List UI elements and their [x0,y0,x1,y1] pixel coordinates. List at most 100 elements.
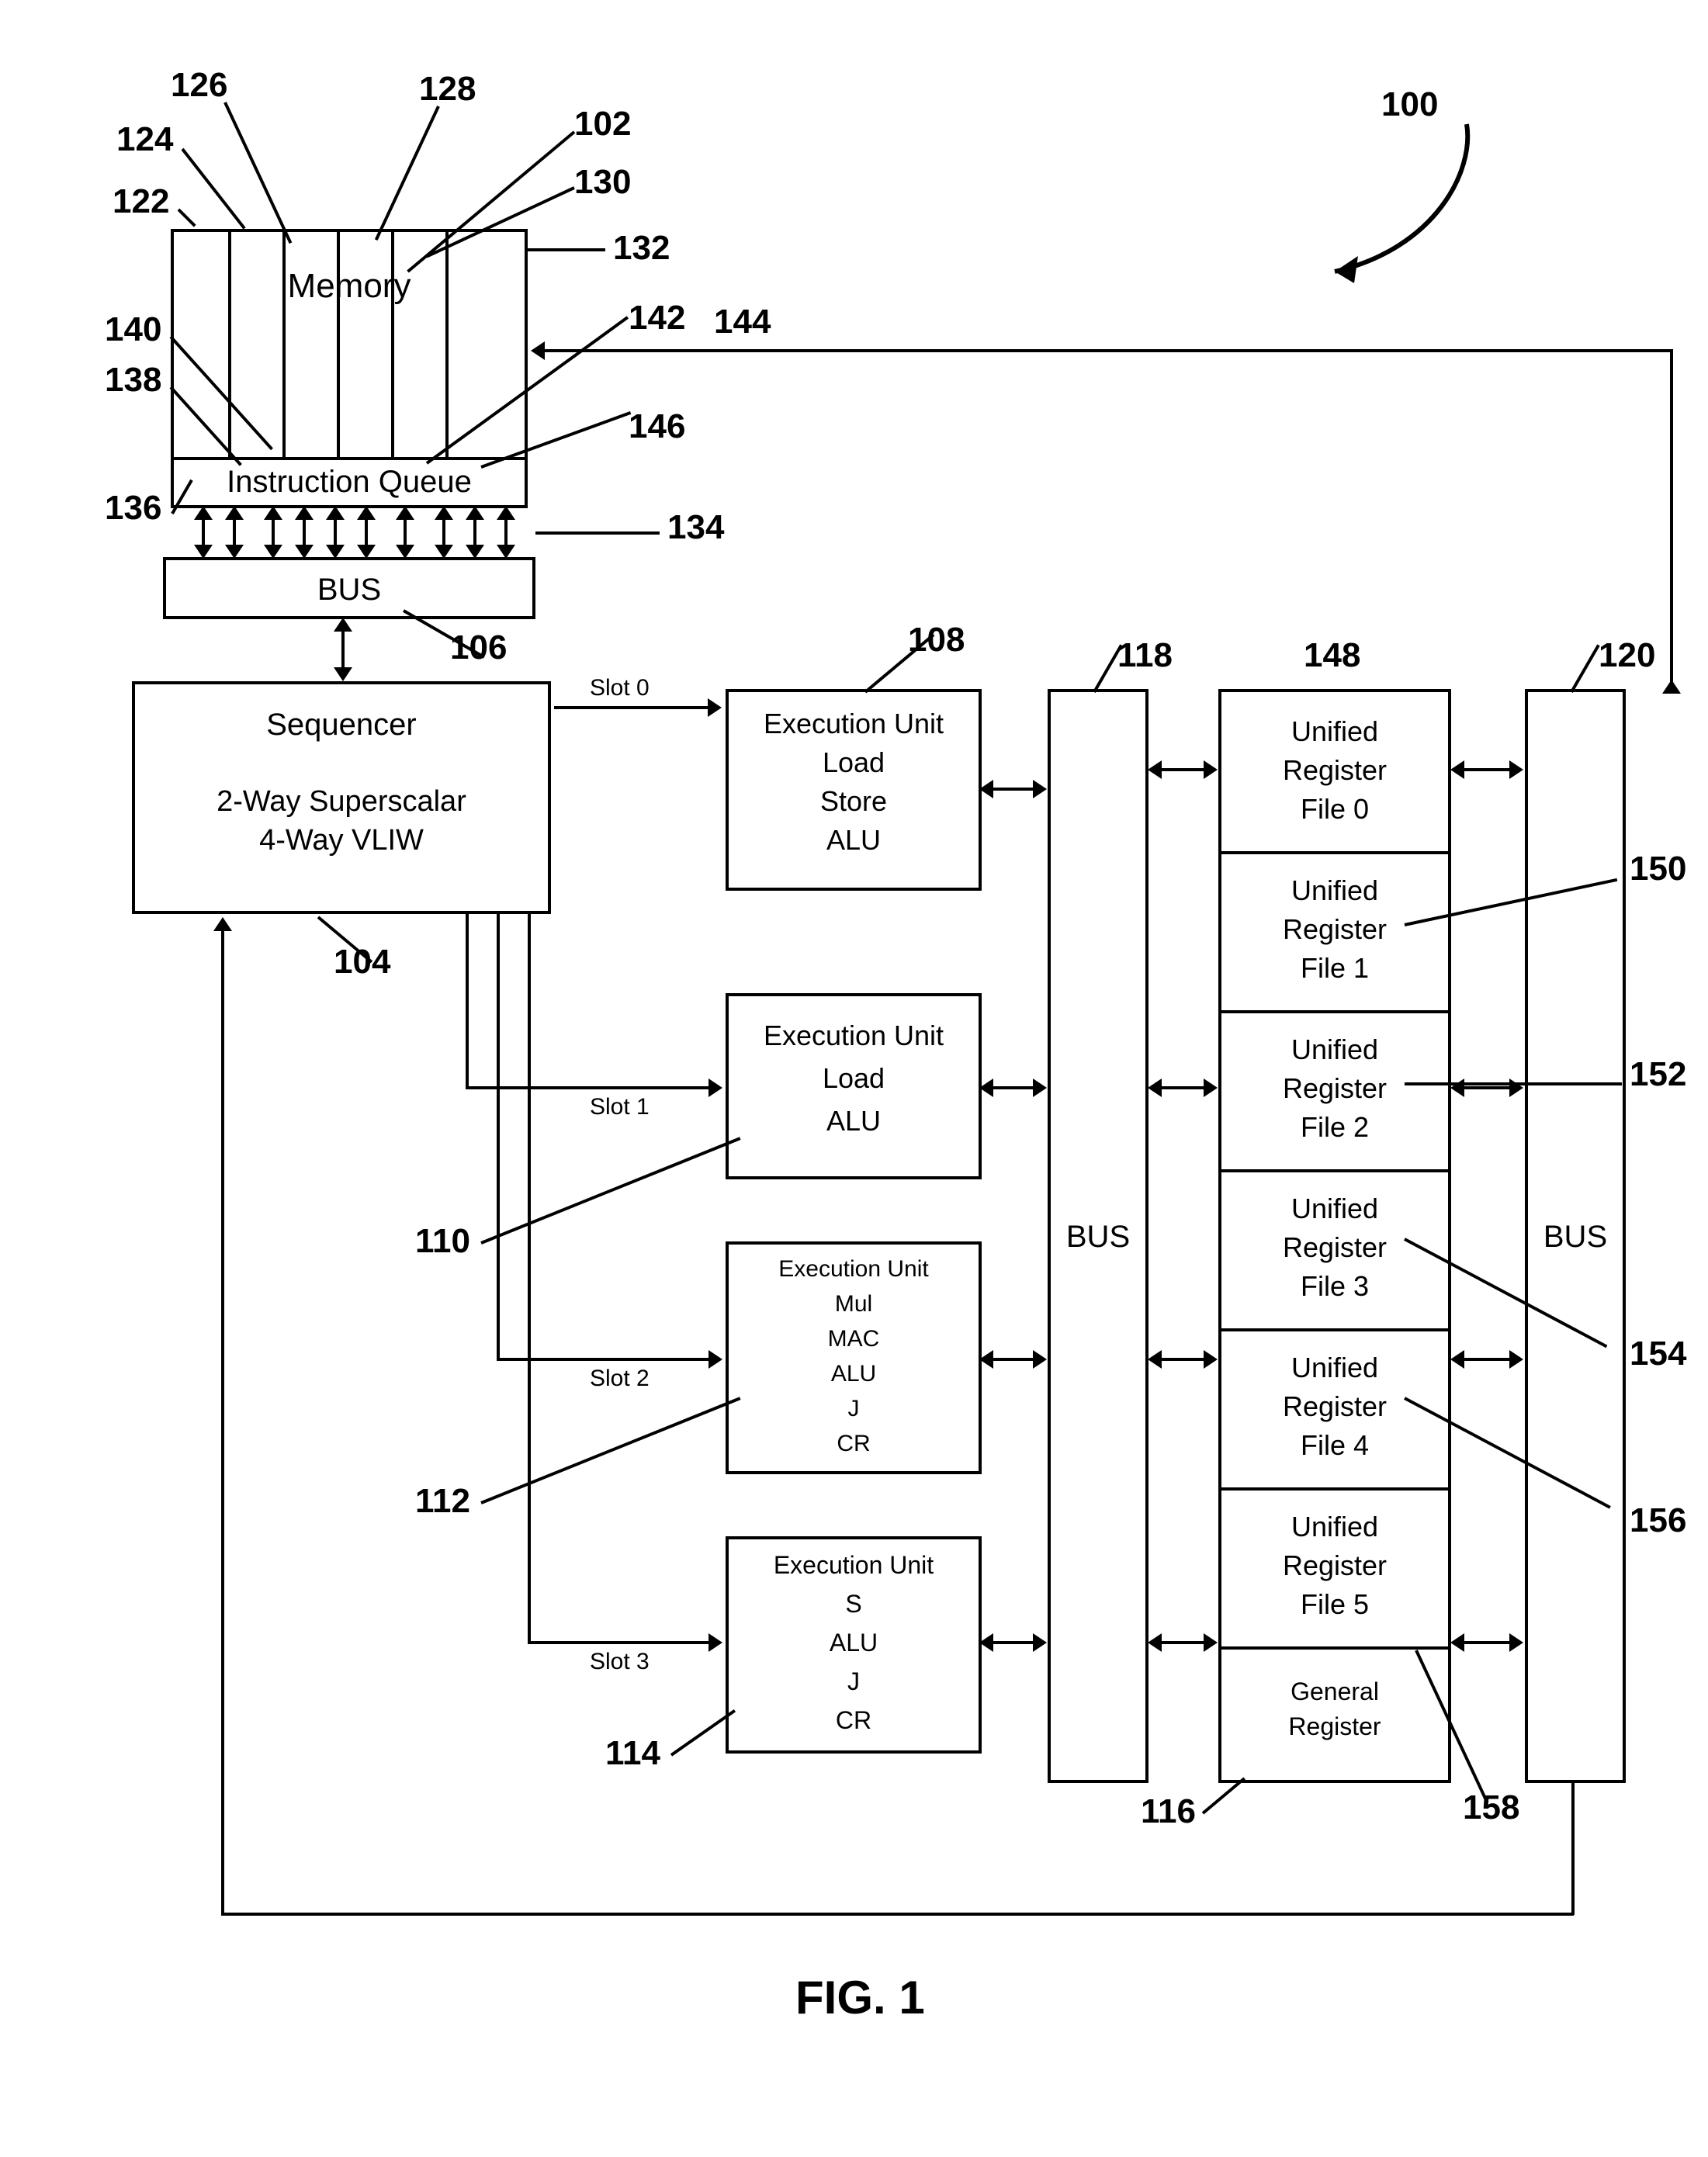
reg4-c: File 4 [1221,1429,1448,1462]
reg5-a: Unified [1221,1511,1448,1543]
label-128: 128 [419,70,476,109]
label-130: 130 [574,163,631,202]
mem-bus-arrow [334,518,337,546]
slot1-label: Slot 1 [590,1094,650,1120]
eu1-bus-arrow [992,1086,1034,1089]
reg-bus-arrow [1463,768,1511,771]
label-142: 142 [629,299,685,338]
reg-bus-arrow [1463,1086,1511,1089]
memory-title: Memory [174,267,525,306]
bus-middle-label: BUS [1051,1220,1145,1255]
eu3-b: ALU [729,1629,979,1657]
reg0-a: Unified [1221,715,1448,748]
reg0-b: Register [1221,754,1448,787]
label-116: 116 [1141,1792,1196,1831]
label-152: 152 [1630,1055,1686,1094]
bus-reg-arrow [1160,1358,1205,1361]
reg5-c: File 5 [1221,1588,1448,1621]
eu3-bus-arrow [992,1641,1034,1644]
reg2-a: Unified [1221,1033,1448,1066]
label-104: 104 [334,943,390,982]
eu0-c: ALU [729,824,979,857]
mem-bus-arrow [404,518,407,546]
reg1-a: Unified [1221,874,1448,907]
eu1-title: Execution Unit [729,1020,979,1052]
bus-reg-arrow [1160,1641,1205,1644]
label-114: 114 [605,1734,660,1773]
reg1-c: File 1 [1221,952,1448,985]
execution-unit-2: Execution Unit Mul MAC ALU J CR [726,1241,982,1474]
mem-to-right-bus-v [1670,349,1673,691]
reg3-c: File 3 [1221,1270,1448,1303]
mem-bus-arrow [202,518,205,546]
mem-bus-arrow [272,518,275,546]
slot0-label: Slot 0 [590,675,650,701]
label-140: 140 [105,310,161,349]
reg-gen: General [1221,1677,1448,1706]
label-148: 148 [1304,636,1360,675]
eu1-a: Load [729,1062,979,1095]
eu2-title: Execution Unit [729,1256,979,1283]
reg5-b: Register [1221,1549,1448,1582]
label-108: 108 [908,621,965,660]
label-144: 144 [714,303,771,341]
seq-slot0-line [554,706,709,709]
seq-slot1-line [466,1086,710,1089]
eu0-a: Load [729,746,979,779]
register-column: Unified Register File 0 Unified Register… [1218,689,1451,1783]
reg-bus-arrow [1463,1358,1511,1361]
label-126: 126 [171,66,227,105]
bus-label: BUS [166,573,532,608]
eu2-bus-arrow [992,1358,1034,1361]
label-136: 136 [105,489,161,528]
mem-bus-arrow [442,518,445,546]
label-158: 158 [1463,1788,1519,1827]
eu3-a: S [729,1590,979,1619]
reg2-c: File 2 [1221,1111,1448,1144]
label-110: 110 [415,1222,470,1261]
label-132: 132 [613,229,670,268]
label-154: 154 [1630,1335,1686,1373]
feedback-line [221,1913,1574,1916]
execution-unit-0: Execution Unit Load Store ALU [726,689,982,891]
label-150: 150 [1630,850,1686,888]
eu2-a: Mul [729,1291,979,1317]
sequencer-block: Sequencer 2-Way Superscalar 4-Way VLIW [132,681,551,914]
figure-title: FIG. 1 [795,1971,925,2024]
sequencer-title: Sequencer [135,708,548,743]
mem-bus-arrow [233,518,236,546]
bus-sequencer-arrow [341,630,345,669]
bus-top: BUS [163,557,535,619]
label-112: 112 [415,1482,470,1521]
eu3-title: Execution Unit [729,1551,979,1580]
sequencer-sub1: 2-Way Superscalar [135,785,548,819]
bus-middle: BUS [1048,689,1148,1783]
mem-to-right-bus-line [543,349,1672,352]
label-134: 134 [667,508,724,547]
reg0-c: File 0 [1221,793,1448,826]
execution-unit-3: Execution Unit S ALU J CR [726,1536,982,1754]
eu3-d: CR [729,1706,979,1735]
mem-bus-arrow [303,518,306,546]
memory-block: Memory Instruction Queue [171,229,528,508]
label-138: 138 [105,361,161,400]
label-124: 124 [116,120,173,159]
reg3-a: Unified [1221,1193,1448,1225]
mem-bus-arrow [473,518,476,546]
seq-slot3-line [528,1641,710,1644]
eu0-title: Execution Unit [729,708,979,740]
eu0-b: Store [729,785,979,818]
reg3-b: Register [1221,1231,1448,1264]
feedback-line [1571,1783,1575,1915]
diagram-canvas: Memory Instruction Queue BUS Sequencer 2… [31,31,1708,2126]
label-122: 122 [113,182,169,221]
reg2-b: Register [1221,1072,1448,1105]
eu2-e: CR [729,1431,979,1457]
instruction-queue-label: Instruction Queue [174,465,525,500]
reg4-a: Unified [1221,1352,1448,1384]
label-102: 102 [574,105,631,144]
reg-bus-arrow [1463,1641,1511,1644]
mem-bus-arrow [504,518,508,546]
label-156: 156 [1630,1501,1686,1540]
eu1-b: ALU [729,1105,979,1137]
